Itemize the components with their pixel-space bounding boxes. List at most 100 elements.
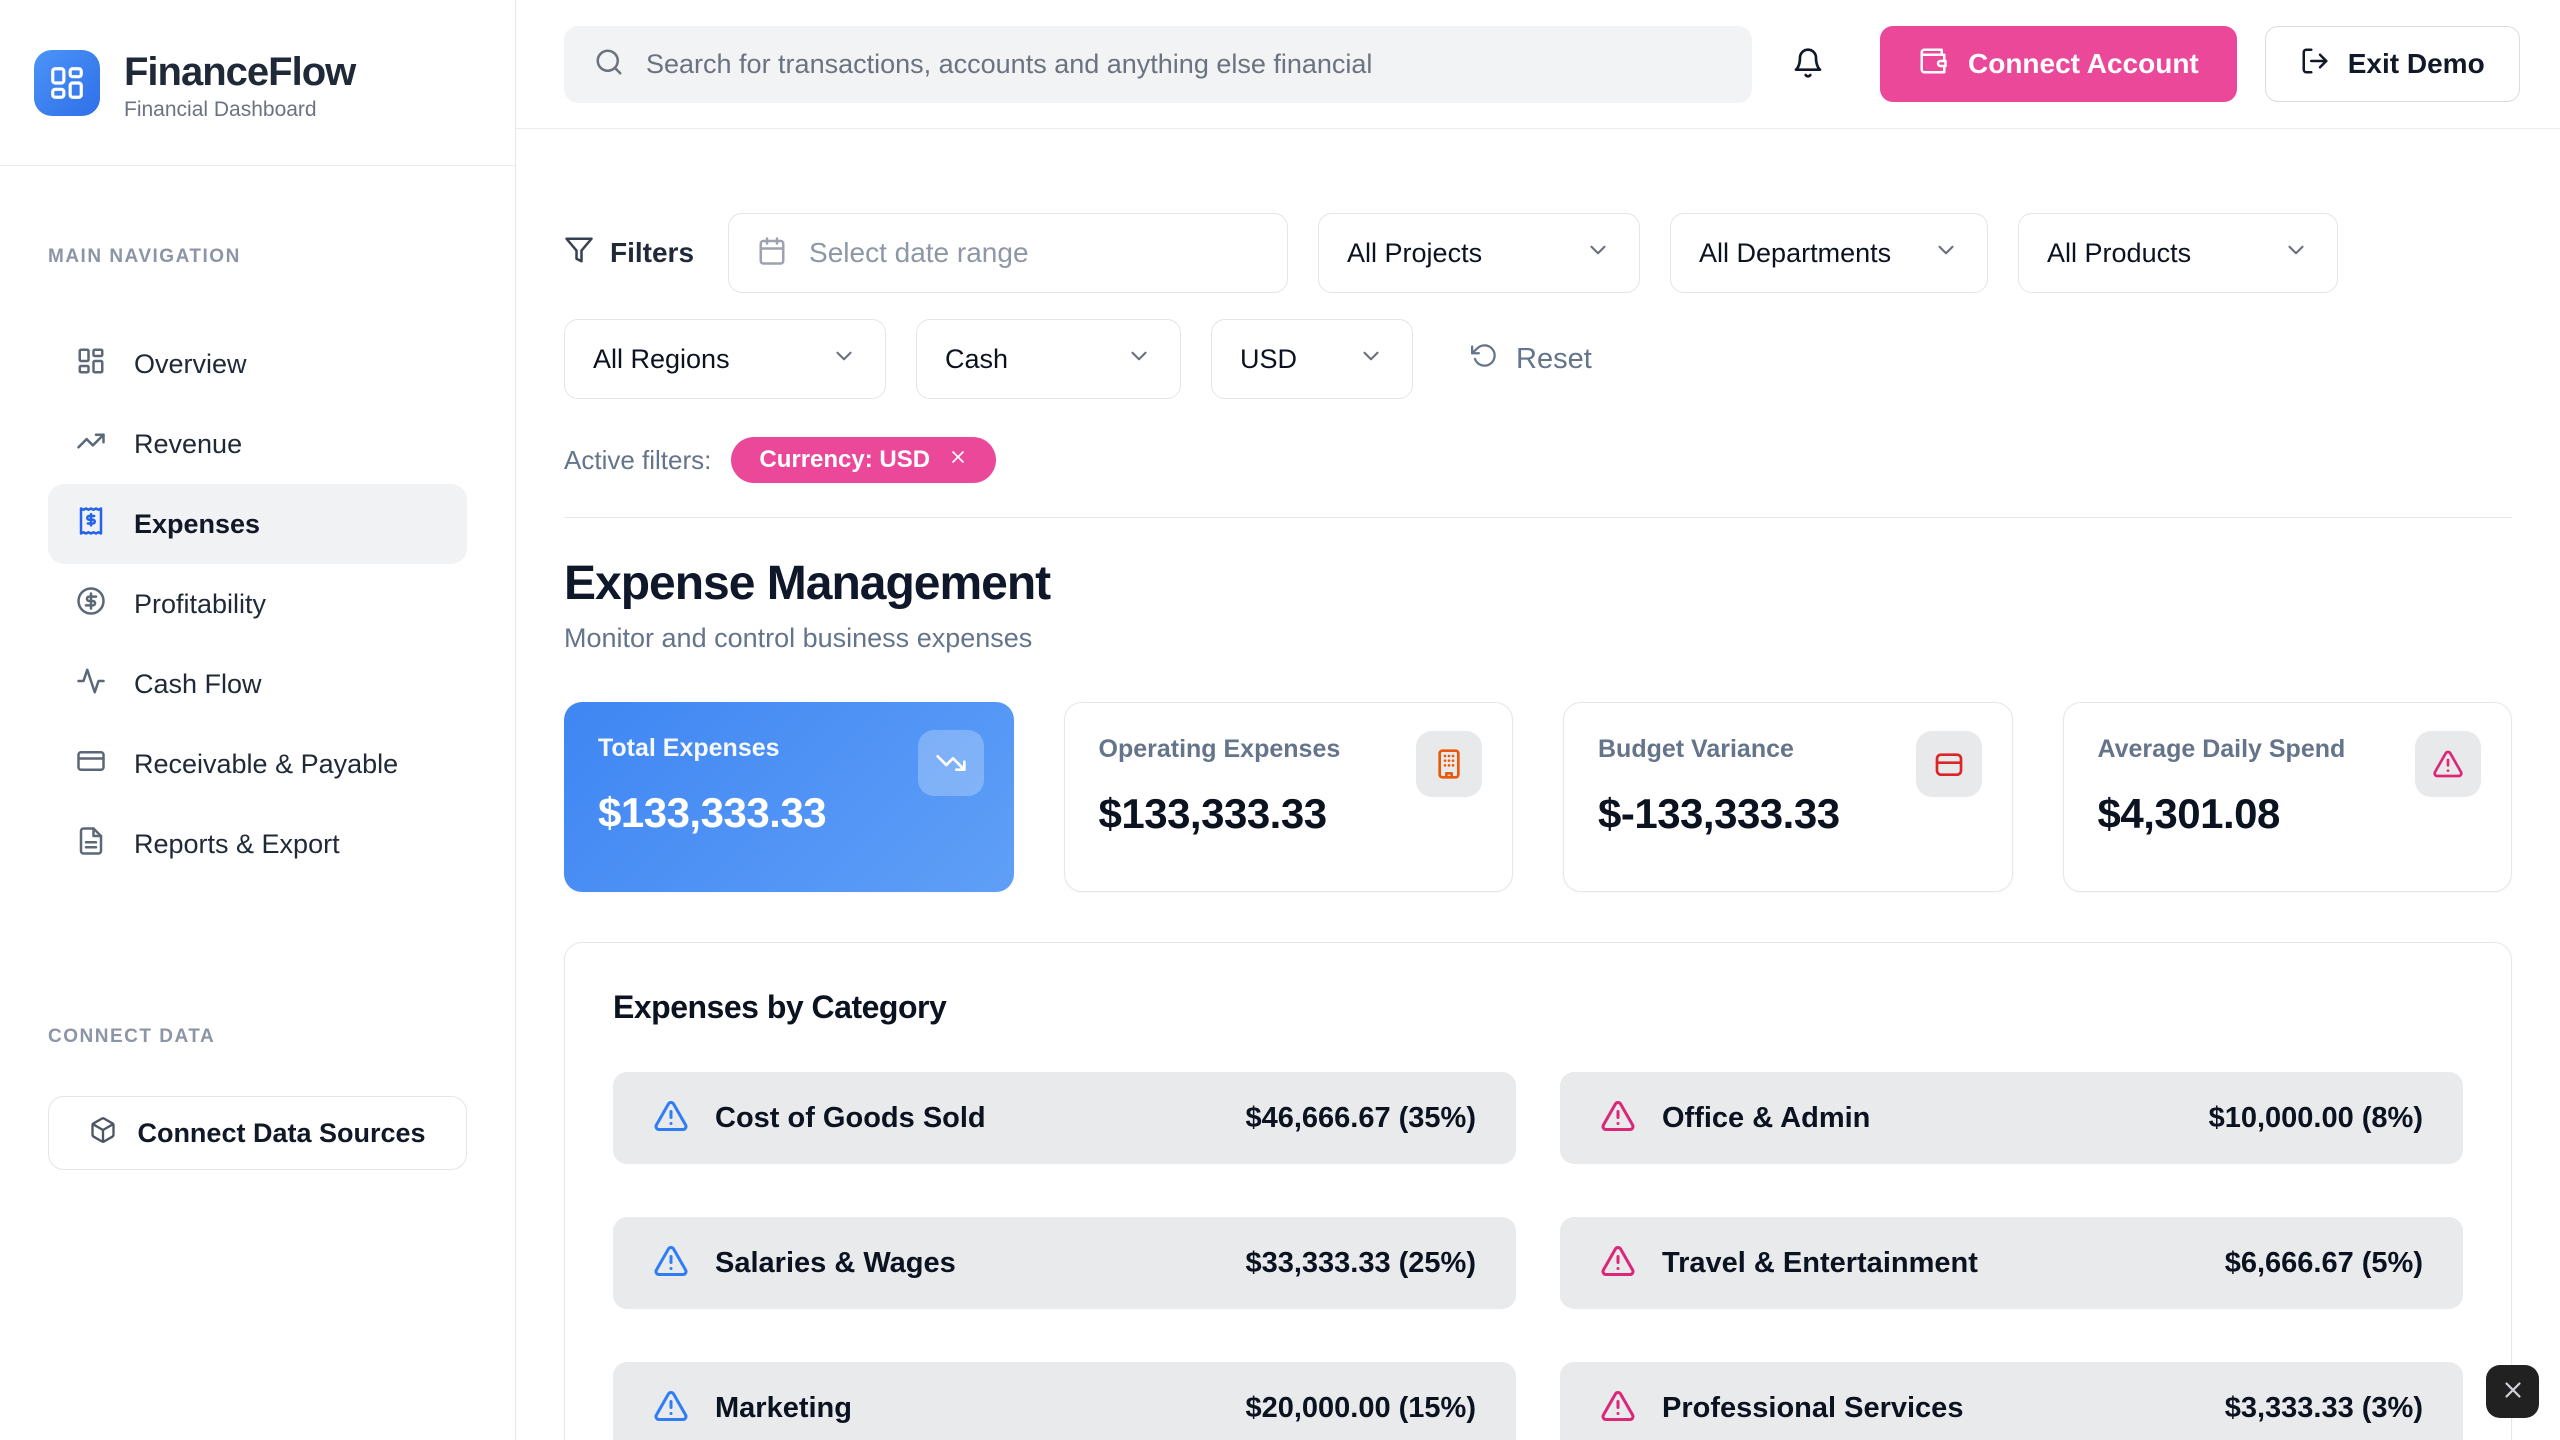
alert-triangle-icon [653, 1098, 689, 1139]
trending-up-icon [76, 426, 106, 463]
chevron-down-icon [2259, 237, 2309, 270]
category-name: Marketing [715, 1392, 852, 1425]
sidebar-item-cash-flow[interactable]: Cash Flow [48, 644, 467, 724]
sidebar-item-expenses[interactable]: Expenses [48, 484, 467, 564]
departments-select[interactable]: All Departments [1670, 213, 1988, 293]
accounting-basis-select[interactable]: Cash [916, 319, 1181, 399]
sidebar-item-receivable-payable[interactable]: Receivable & Payable [48, 724, 467, 804]
category-value: $3,333.33 (3%) [2225, 1392, 2423, 1425]
credit-card-icon [1916, 731, 1982, 797]
connect-data-sources-button[interactable]: Connect Data Sources [48, 1096, 467, 1170]
category-row-salaries-wages[interactable]: Salaries & Wages $33,333.33 (25%) [613, 1217, 1516, 1309]
notifications-button[interactable] [1776, 32, 1840, 96]
active-filter-chip-currency[interactable]: Currency: USD [731, 437, 996, 483]
circle-dollar-icon [76, 586, 106, 623]
alert-triangle-icon [1600, 1243, 1636, 1284]
close-icon[interactable] [948, 446, 968, 474]
chevron-down-icon [1909, 237, 1959, 270]
close-overlay-button[interactable] [2486, 1365, 2539, 1418]
page-subtitle: Monitor and control business expenses [564, 623, 2512, 654]
calendar-icon [757, 236, 787, 271]
wallet-icon [1918, 46, 1948, 83]
projects-select[interactable]: All Projects [1318, 213, 1640, 293]
sidebar-item-label: Cash Flow [134, 669, 262, 700]
building-icon [1416, 731, 1482, 797]
app-root: FinanceFlow Financial Dashboard MAIN NAV… [0, 0, 2560, 1440]
category-row-office-admin[interactable]: Office & Admin $10,000.00 (8%) [1560, 1072, 2463, 1164]
sidebar-item-reports-export[interactable]: Reports & Export [48, 804, 467, 884]
sidebar-item-label: Receivable & Payable [134, 749, 398, 780]
category-row-travel-entertainment[interactable]: Travel & Entertainment $6,666.67 (5%) [1560, 1217, 2463, 1309]
trending-down-icon [918, 730, 984, 796]
main-navigation: MAIN NAVIGATION Overview Revenue Expense… [0, 166, 515, 1170]
accounting-basis-value: Cash [945, 344, 1008, 375]
category-name: Cost of Goods Sold [715, 1102, 986, 1135]
category-name: Salaries & Wages [715, 1247, 956, 1280]
currency-select[interactable]: USD [1211, 319, 1413, 399]
category-name: Office & Admin [1662, 1102, 1870, 1135]
content: Filters All Projects All Departments All… [516, 129, 2560, 1440]
date-range-input[interactable] [809, 237, 1259, 269]
stat-value: $133,333.33 [598, 789, 980, 837]
category-value: $33,333.33 (25%) [1245, 1247, 1476, 1280]
category-name: Travel & Entertainment [1662, 1247, 1978, 1280]
global-search[interactable] [564, 26, 1752, 103]
category-row-cost-of-goods-sold[interactable]: Cost of Goods Sold $46,666.67 (35%) [613, 1072, 1516, 1164]
products-select[interactable]: All Products [2018, 213, 2338, 293]
date-range-picker[interactable] [728, 213, 1288, 293]
stat-card-total-expenses[interactable]: Total Expenses $133,333.33 [564, 702, 1014, 892]
topbar: Connect Account Exit Demo [516, 0, 2560, 129]
sidebar-item-label: Revenue [134, 429, 242, 460]
sidebar-item-label: Overview [134, 349, 247, 380]
expenses-by-category-card: Expenses by Category Cost of Goods Sold … [564, 942, 2512, 1440]
category-value: $10,000.00 (8%) [2209, 1102, 2423, 1135]
sidebar-item-revenue[interactable]: Revenue [48, 404, 467, 484]
stat-value: $4,301.08 [2098, 790, 2478, 838]
brand-logo-icon [34, 50, 100, 116]
filter-funnel-icon [564, 235, 594, 272]
sidebar-item-overview[interactable]: Overview [48, 324, 467, 404]
activity-icon [76, 666, 106, 703]
brand: FinanceFlow Financial Dashboard [0, 0, 515, 166]
stat-value: $-133,333.33 [1598, 790, 1978, 838]
sidebar-item-profitability[interactable]: Profitability [48, 564, 467, 644]
projects-select-value: All Projects [1347, 238, 1482, 269]
reset-filters-button[interactable]: Reset [1471, 342, 1592, 377]
category-row-professional-services[interactable]: Professional Services $3,333.33 (3%) [1560, 1362, 2463, 1440]
chevron-down-icon [807, 343, 857, 376]
category-list: Cost of Goods Sold $46,666.67 (35%) Offi… [613, 1072, 2463, 1440]
log-out-icon [2300, 46, 2330, 83]
section-divider [564, 517, 2512, 518]
category-name: Professional Services [1662, 1392, 1963, 1425]
receipt-icon [76, 506, 106, 543]
stat-card-operating-expenses[interactable]: Operating Expenses $133,333.33 [1064, 702, 1514, 892]
connect-data-sources-label: Connect Data Sources [137, 1118, 425, 1149]
active-filters-label: Active filters: [564, 445, 711, 476]
search-input[interactable] [646, 49, 1722, 80]
category-value: $6,666.67 (5%) [2225, 1247, 2423, 1280]
regions-select[interactable]: All Regions [564, 319, 886, 399]
file-text-icon [76, 826, 106, 863]
stat-cards: Total Expenses $133,333.33 Operating Exp… [564, 702, 2512, 892]
reset-label: Reset [1516, 343, 1592, 376]
brand-text: FinanceFlow Financial Dashboard [124, 50, 355, 122]
departments-select-value: All Departments [1699, 238, 1891, 269]
connect-account-label: Connect Account [1968, 48, 2199, 80]
page-title: Expense Management [564, 556, 2512, 611]
active-filter-chip-label: Currency: USD [759, 446, 930, 474]
stat-card-budget-variance[interactable]: Budget Variance $-133,333.33 [1563, 702, 2013, 892]
chevron-down-icon [1102, 343, 1152, 376]
exit-demo-button[interactable]: Exit Demo [2265, 26, 2520, 102]
category-row-marketing[interactable]: Marketing $20,000.00 (15%) [613, 1362, 1516, 1440]
sidebar-item-label: Reports & Export [134, 829, 340, 860]
connect-account-button[interactable]: Connect Account [1880, 26, 2237, 102]
filters-label: Filters [610, 237, 694, 269]
category-value: $46,666.67 (35%) [1245, 1102, 1476, 1135]
products-select-value: All Products [2047, 238, 2191, 269]
sidebar-item-label: Expenses [134, 509, 260, 540]
stat-value: $133,333.33 [1099, 790, 1479, 838]
alert-triangle-icon [653, 1243, 689, 1284]
search-icon [594, 47, 624, 82]
stat-card-average-daily-spend[interactable]: Average Daily Spend $4,301.08 [2063, 702, 2513, 892]
alert-triangle-icon [1600, 1098, 1636, 1139]
